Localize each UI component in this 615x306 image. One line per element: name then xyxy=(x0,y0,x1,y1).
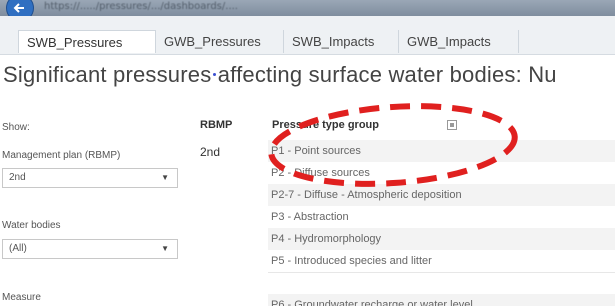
page-title: Significant pressures affecting surface … xyxy=(3,62,557,87)
dashboard-tab-bar: SWB_Pressures GWB_Pressures SWB_Impacts … xyxy=(0,16,615,55)
table-row[interactable]: P4 - Hydromorphology xyxy=(268,228,615,250)
row-divider xyxy=(268,272,615,273)
table-row[interactable]: P5 - Introduced species and litter xyxy=(268,250,615,272)
address-bar[interactable]: https://...../pressures/.../dashboards/.… xyxy=(44,1,238,12)
pressure-type-group-header: Pressure type group xyxy=(272,119,379,131)
browser-toolbar: https://...../pressures/.../dashboards/.… xyxy=(0,0,615,22)
column-filter-icon[interactable] xyxy=(447,120,457,130)
tab-swb-pressures[interactable]: SWB_Pressures xyxy=(18,30,156,53)
management-plan-select[interactable]: 2nd ▼ xyxy=(2,168,178,188)
water-bodies-select[interactable]: (All) ▼ xyxy=(2,239,178,259)
dropdown-arrow-icon: ▼ xyxy=(161,173,169,182)
rbmp-column-header: RBMP xyxy=(200,119,233,131)
water-bodies-value: (All) xyxy=(9,243,27,254)
dropdown-arrow-icon: ▼ xyxy=(161,244,169,253)
water-bodies-label: Water bodies xyxy=(2,220,61,231)
table-row[interactable]: P2 - Diffuse sources xyxy=(268,162,615,184)
cursor-marker xyxy=(213,73,216,76)
management-plan-value: 2nd xyxy=(9,172,26,183)
measure-label: Measure xyxy=(2,292,41,303)
tab-gwb-impacts[interactable]: GWB_Impacts xyxy=(399,30,519,53)
table-row[interactable]: P1 - Point sources xyxy=(268,140,615,162)
tab-gwb-pressures[interactable]: GWB_Pressures xyxy=(156,30,284,53)
table-row[interactable]: P3 - Abstraction xyxy=(268,206,615,228)
show-label: Show: xyxy=(2,122,30,133)
management-plan-label: Management plan (RBMP) xyxy=(2,150,121,161)
tab-swb-impacts[interactable]: SWB_Impacts xyxy=(284,30,399,53)
back-arrow-icon xyxy=(13,3,24,13)
table-row[interactable]: P6 - Groundwater recharge or water level xyxy=(268,294,615,306)
rbmp-cell: 2nd xyxy=(200,145,221,159)
table-row[interactable]: P2-7 - Diffuse - Atmospheric deposition xyxy=(268,184,615,206)
